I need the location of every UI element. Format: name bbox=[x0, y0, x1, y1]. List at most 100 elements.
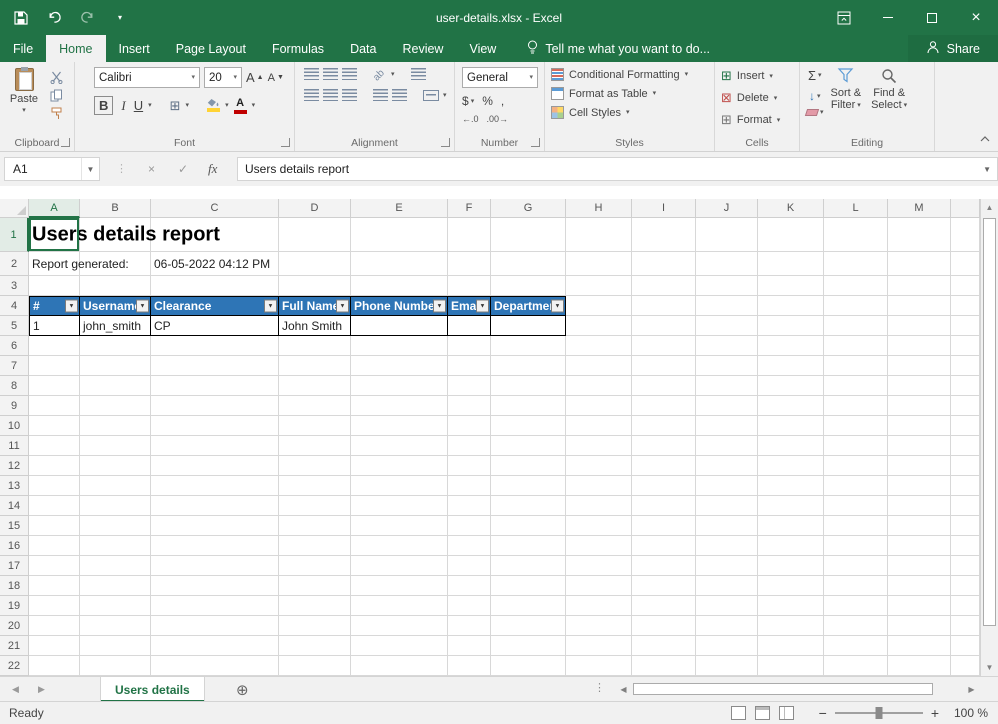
clipboard-dialog-launcher-icon[interactable] bbox=[61, 138, 70, 147]
ribbon-tab-home[interactable]: Home bbox=[46, 35, 105, 62]
cell-J4[interactable] bbox=[696, 296, 758, 316]
cell-H3[interactable] bbox=[566, 276, 632, 296]
paste-button[interactable]: Paste ▾ bbox=[4, 68, 44, 151]
cell-E3[interactable] bbox=[351, 276, 448, 296]
cell-F16[interactable] bbox=[448, 536, 491, 556]
merge-center-dropdown-icon[interactable]: ▾ bbox=[443, 92, 447, 99]
sheet-tab-users-details[interactable]: Users details bbox=[100, 677, 205, 702]
decrease-indent-icon[interactable] bbox=[373, 89, 388, 101]
horizontal-scroll-thumb[interactable] bbox=[633, 683, 933, 695]
cell-L20[interactable] bbox=[824, 616, 888, 636]
cell-C8[interactable] bbox=[151, 376, 279, 396]
cell-styles-button[interactable]: Cell Styles ▾ bbox=[545, 103, 714, 122]
cell-A14[interactable] bbox=[29, 496, 80, 516]
cell-L6[interactable] bbox=[824, 336, 888, 356]
cell-E13[interactable] bbox=[351, 476, 448, 496]
borders-dropdown-icon[interactable]: ▾ bbox=[186, 102, 190, 109]
cell-J12[interactable] bbox=[696, 456, 758, 476]
cell-J5[interactable] bbox=[696, 316, 758, 336]
cell-H16[interactable] bbox=[566, 536, 632, 556]
cell-D11[interactable] bbox=[279, 436, 351, 456]
cell-X2[interactable] bbox=[951, 252, 980, 276]
cell-H12[interactable] bbox=[566, 456, 632, 476]
column-header-B[interactable]: B bbox=[80, 199, 151, 218]
cell-J11[interactable] bbox=[696, 436, 758, 456]
cell-X19[interactable] bbox=[951, 596, 980, 616]
name-box-dropdown-icon[interactable]: ▼ bbox=[81, 158, 99, 180]
cell-I12[interactable] bbox=[632, 456, 696, 476]
cell-K21[interactable] bbox=[758, 636, 824, 656]
cell-L7[interactable] bbox=[824, 356, 888, 376]
cell-G17[interactable] bbox=[491, 556, 566, 576]
cell-H22[interactable] bbox=[566, 656, 632, 676]
cell-B18[interactable] bbox=[80, 576, 151, 596]
ribbon-tab-data[interactable]: Data bbox=[337, 35, 389, 62]
cell-K4[interactable] bbox=[758, 296, 824, 316]
row-header-18[interactable]: 18 bbox=[0, 576, 29, 596]
cell-M8[interactable] bbox=[888, 376, 951, 396]
cell-G14[interactable] bbox=[491, 496, 566, 516]
cell-C21[interactable] bbox=[151, 636, 279, 656]
cell-C13[interactable] bbox=[151, 476, 279, 496]
cell-I19[interactable] bbox=[632, 596, 696, 616]
cell-I21[interactable] bbox=[632, 636, 696, 656]
close-icon[interactable]: × bbox=[954, 0, 998, 35]
cell-X21[interactable] bbox=[951, 636, 980, 656]
cell-B9[interactable] bbox=[80, 396, 151, 416]
cell-K18[interactable] bbox=[758, 576, 824, 596]
align-middle-icon[interactable] bbox=[323, 68, 338, 80]
alignment-dialog-launcher-icon[interactable] bbox=[441, 138, 450, 147]
cell-J13[interactable] bbox=[696, 476, 758, 496]
bold-button[interactable]: B bbox=[94, 96, 113, 115]
zoom-level[interactable]: 100 % bbox=[948, 706, 988, 720]
cell-M21[interactable] bbox=[888, 636, 951, 656]
cell-M2[interactable] bbox=[888, 252, 951, 276]
cell-K16[interactable] bbox=[758, 536, 824, 556]
row-header-3[interactable]: 3 bbox=[0, 276, 29, 296]
cell-F21[interactable] bbox=[448, 636, 491, 656]
formula-bar-splitter[interactable]: ⋮ bbox=[116, 162, 127, 175]
row-header-10[interactable]: 10 bbox=[0, 416, 29, 436]
borders-icon[interactable]: ⊞ bbox=[170, 98, 181, 114]
cell-G10[interactable] bbox=[491, 416, 566, 436]
cell-B12[interactable] bbox=[80, 456, 151, 476]
underline-button[interactable]: U bbox=[134, 98, 143, 113]
insert-cells-button[interactable]: ⊞ Insert ▾ bbox=[715, 65, 799, 87]
cell-F22[interactable] bbox=[448, 656, 491, 676]
cell-M5[interactable] bbox=[888, 316, 951, 336]
row-header-7[interactable]: 7 bbox=[0, 356, 29, 376]
ribbon-tab-page-layout[interactable]: Page Layout bbox=[163, 35, 259, 62]
cell-C10[interactable] bbox=[151, 416, 279, 436]
cell-F10[interactable] bbox=[448, 416, 491, 436]
cell-C22[interactable] bbox=[151, 656, 279, 676]
cell-X6[interactable] bbox=[951, 336, 980, 356]
cell-J19[interactable] bbox=[696, 596, 758, 616]
cell-B4[interactable]: Username▼ bbox=[80, 296, 151, 316]
cell-L9[interactable] bbox=[824, 396, 888, 416]
cell-X18[interactable] bbox=[951, 576, 980, 596]
cell-C6[interactable] bbox=[151, 336, 279, 356]
cell-A18[interactable] bbox=[29, 576, 80, 596]
row-header-2[interactable]: 2 bbox=[0, 252, 29, 276]
cell-I9[interactable] bbox=[632, 396, 696, 416]
cell-X3[interactable] bbox=[951, 276, 980, 296]
cell-E19[interactable] bbox=[351, 596, 448, 616]
increase-font-size-icon[interactable]: A▲ bbox=[246, 70, 264, 85]
cell-D1[interactable] bbox=[279, 218, 351, 252]
cell-J15[interactable] bbox=[696, 516, 758, 536]
cell-A9[interactable] bbox=[29, 396, 80, 416]
row-header-1[interactable]: 1 bbox=[0, 218, 29, 252]
horizontal-scrollbar[interactable]: ◀ ▶ bbox=[615, 681, 980, 698]
zoom-slider[interactable] bbox=[835, 712, 923, 714]
vertical-scroll-thumb[interactable] bbox=[983, 218, 996, 626]
percent-style-button[interactable]: % bbox=[482, 94, 493, 108]
align-left-icon[interactable] bbox=[304, 89, 319, 101]
save-icon[interactable] bbox=[12, 9, 30, 27]
cell-I13[interactable] bbox=[632, 476, 696, 496]
cell-J9[interactable] bbox=[696, 396, 758, 416]
cell-X5[interactable] bbox=[951, 316, 980, 336]
cell-J8[interactable] bbox=[696, 376, 758, 396]
cell-M22[interactable] bbox=[888, 656, 951, 676]
cell-L22[interactable] bbox=[824, 656, 888, 676]
cell-D3[interactable] bbox=[279, 276, 351, 296]
